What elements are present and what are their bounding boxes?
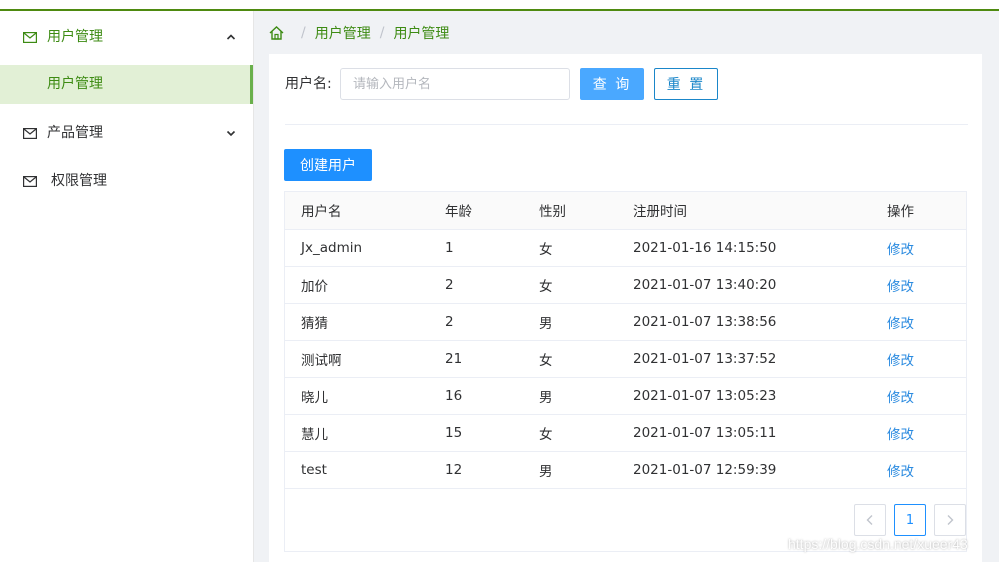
edit-link[interactable]: 修改 [871, 266, 966, 304]
breadcrumb-item[interactable]: 用户管理 [315, 23, 371, 43]
cell-gender: 女 [523, 229, 617, 267]
cell-gender: 女 [523, 340, 617, 378]
edit-link[interactable]: 修改 [871, 414, 966, 452]
chevron-right-icon [947, 515, 954, 525]
cell-age: 2 [429, 303, 523, 341]
cell-register-time: 2021-01-07 13:37:52 [617, 340, 871, 378]
menu-label: 产品管理 [47, 125, 103, 141]
cell-register-time: 2021-01-07 13:38:56 [617, 303, 871, 341]
cell-register-time: 2021-01-07 13:40:20 [617, 266, 871, 304]
cell-age: 16 [429, 377, 523, 415]
menu-permission-management[interactable]: 权限管理 [0, 157, 253, 205]
create-user-button[interactable]: 创建用户 [284, 149, 372, 181]
cell-register-time: 2021-01-16 14:15:50 [617, 229, 871, 267]
breadcrumb-separator: / [379, 25, 385, 41]
cell-gender: 男 [523, 377, 617, 415]
edit-link[interactable]: 修改 [871, 451, 966, 489]
cell-gender: 男 [523, 303, 617, 341]
top-bar [0, 0, 999, 11]
menu-sub-label: 用户管理 [47, 76, 103, 92]
breadcrumb-separator: / [301, 25, 306, 41]
column-header: 操作 [871, 192, 966, 230]
edit-link[interactable]: 修改 [871, 377, 966, 415]
menu-product-management[interactable]: 产品管理 [0, 109, 253, 157]
watermark: https://blog.csdn.net/xueer43 [788, 536, 968, 552]
cell-username: 猜猜 [285, 303, 429, 341]
column-header: 性别 [523, 192, 617, 230]
table-row: 加价 2 女 2021-01-07 13:40:20 修改 [285, 266, 966, 304]
column-header: 注册时间 [617, 192, 871, 230]
mail-icon [23, 176, 37, 187]
cell-username: 加价 [285, 266, 429, 304]
cell-username: 慧儿 [285, 414, 429, 452]
table-row: 测试啊 21 女 2021-01-07 13:37:52 修改 [285, 340, 966, 378]
edit-link[interactable]: 修改 [871, 303, 966, 341]
user-table: 用户名 年龄 性别 注册时间 操作 Jx_admin 1 女 2021-01-1… [284, 191, 967, 552]
cell-register-time: 2021-01-07 13:05:23 [617, 377, 871, 415]
cell-username: 测试啊 [285, 340, 429, 378]
cell-age: 1 [429, 229, 523, 267]
column-header: 年龄 [429, 192, 523, 230]
cell-register-time: 2021-01-07 13:05:11 [617, 414, 871, 452]
table-row: test 12 男 2021-01-07 12:59:39 修改 [285, 451, 966, 489]
chevron-down-icon [226, 130, 236, 137]
sidebar: 用户管理 用户管理 产品管理 权限管理 [0, 11, 254, 562]
menu-label: 用户管理 [47, 29, 103, 45]
cell-register-time: 2021-01-07 12:59:39 [617, 451, 871, 489]
mail-icon [23, 32, 37, 43]
cell-gender: 男 [523, 451, 617, 489]
query-button[interactable]: 查 询 [580, 68, 644, 100]
table-row: Jx_admin 1 女 2021-01-16 14:15:50 修改 [285, 229, 966, 267]
divider [285, 124, 968, 125]
table-row: 猜猜 2 男 2021-01-07 13:38:56 修改 [285, 303, 966, 341]
breadcrumb: / 用户管理 / 用户管理 [269, 22, 449, 44]
pagination-prev-button[interactable] [854, 504, 886, 536]
pagination-page[interactable]: 1 [894, 504, 926, 536]
cell-username: test [285, 451, 429, 489]
menu-user-management[interactable]: 用户管理 [0, 13, 253, 61]
cell-username: 晓儿 [285, 377, 429, 415]
username-search-input[interactable] [340, 68, 570, 100]
reset-button[interactable]: 重 置 [654, 68, 718, 100]
mail-icon [23, 128, 37, 139]
column-header: 用户名 [285, 192, 429, 230]
edit-link[interactable]: 修改 [871, 229, 966, 267]
cell-age: 15 [429, 414, 523, 452]
cell-gender: 女 [523, 266, 617, 304]
table-row: 慧儿 15 女 2021-01-07 13:05:11 修改 [285, 414, 966, 452]
username-label: 用户名: [285, 76, 332, 92]
cell-age: 12 [429, 451, 523, 489]
home-icon[interactable] [269, 26, 284, 40]
table-row: 晓儿 16 男 2021-01-07 13:05:23 修改 [285, 377, 966, 415]
table-header-row: 用户名 年龄 性别 注册时间 操作 [285, 192, 966, 230]
breadcrumb-item: 用户管理 [393, 26, 450, 42]
cell-age: 21 [429, 340, 523, 378]
cell-username: Jx_admin [285, 229, 429, 267]
cell-age: 2 [429, 266, 523, 304]
menu-label: 权限管理 [51, 173, 107, 189]
sidebar-item-user-management[interactable]: 用户管理 [0, 65, 253, 104]
cell-gender: 女 [523, 414, 617, 452]
chevron-left-icon [866, 515, 873, 525]
chevron-up-icon [226, 34, 236, 40]
pagination-next-button[interactable] [934, 504, 966, 536]
edit-link[interactable]: 修改 [871, 340, 966, 378]
